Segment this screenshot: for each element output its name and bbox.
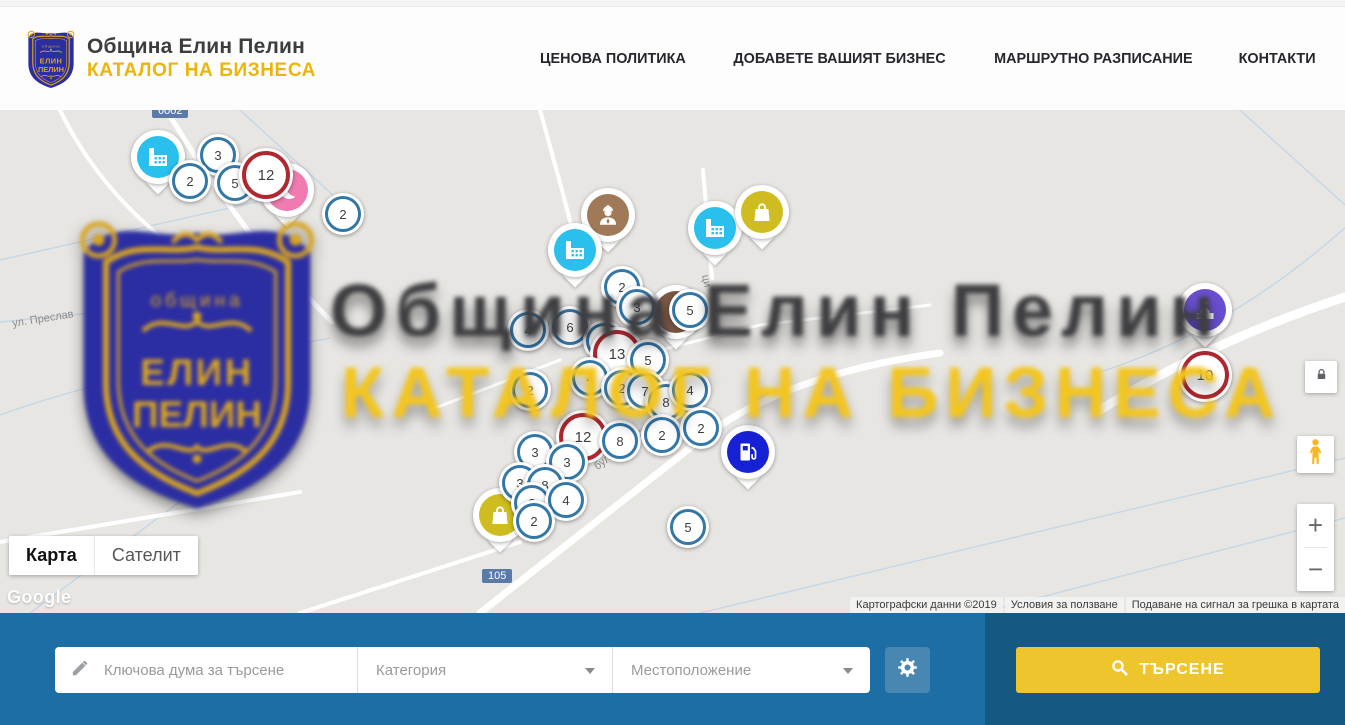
cluster-count: 2 <box>644 417 680 453</box>
cluster-marker[interactable]: 10 <box>1178 348 1232 402</box>
attribution-link[interactable]: Условия за ползване <box>1005 597 1124 613</box>
search-button-label: ТЪРСЕНЕ <box>1139 661 1224 679</box>
pegman-control[interactable] <box>1297 436 1334 473</box>
cluster-marker[interactable]: 5 <box>667 506 709 548</box>
cluster-marker[interactable]: 2 <box>509 369 551 411</box>
pin-disc <box>1178 283 1232 337</box>
zoom-control: + − <box>1297 504 1334 591</box>
cluster-count: 10 <box>1181 351 1229 399</box>
cluster-count: 4 <box>510 312 546 348</box>
main-nav: ЦЕНОВА ПОЛИТИКА ДОБАВЕТЕ ВАШИЯТ БИЗНЕС МАР… <box>537 50 1317 67</box>
cluster-marker[interactable]: 4 <box>669 369 711 411</box>
location-select-value: Местоположение <box>631 662 751 679</box>
fuel-icon <box>727 431 769 473</box>
nav-item-3[interactable]: КОНТАКТИ <box>1238 50 1315 67</box>
pegman-icon <box>1306 438 1325 471</box>
factory-category-pin[interactable] <box>688 201 742 269</box>
chevron-down-icon <box>585 668 595 674</box>
pin-disc <box>548 223 602 277</box>
svg-text:община: община <box>42 44 61 49</box>
cluster-marker[interactable]: 3 <box>616 286 658 328</box>
church-category-pin[interactable] <box>1178 283 1232 351</box>
cluster-count: 2 <box>512 372 548 408</box>
map-attribution: Картографски данни ©2019Условия за ползв… <box>850 597 1345 613</box>
google-logo[interactable]: Google <box>7 587 71 608</box>
zoom-in-button[interactable]: + <box>1297 504 1334 547</box>
advanced-search-button[interactable] <box>885 647 930 693</box>
bag-icon <box>741 191 783 233</box>
nav-item-0[interactable]: ЦЕНОВА ПОЛИТИКА <box>540 50 686 67</box>
factory-category-pin[interactable] <box>548 223 602 291</box>
road-number-badge: 6002 <box>152 110 188 118</box>
location-select[interactable]: Местоположение <box>613 647 870 693</box>
cluster-marker[interactable]: 2 <box>513 500 555 542</box>
attribution-link[interactable]: Подаване на сигнал за грешка в картата <box>1126 597 1345 613</box>
nav-item-2[interactable]: МАРШРУТНО РАЗПИСАНИЕ <box>994 50 1192 67</box>
search-fields-group: Категория Местоположение <box>55 647 870 693</box>
pencil-icon <box>71 659 89 682</box>
cluster-count: 3 <box>619 289 655 325</box>
cluster-count: 4 <box>672 372 708 408</box>
cluster-marker[interactable]: 12 <box>239 148 293 202</box>
cluster-count: 2 <box>172 163 208 199</box>
page-top-strip <box>0 0 1345 7</box>
bag-category-pin[interactable] <box>735 185 789 253</box>
cluster-count: 12 <box>242 151 290 199</box>
svg-text:ПЕЛИН: ПЕЛИН <box>38 65 64 74</box>
map-type-satellite-button[interactable]: Сателит <box>94 536 198 575</box>
site-subtitle: КАТАЛОГ НА БИЗНЕСА <box>87 60 316 83</box>
google-map-canvas[interactable]: ул. Преславбул. „Новоселци 6002105 32512… <box>0 110 1345 613</box>
fuel-category-pin[interactable] <box>721 425 775 493</box>
keyword-search-input[interactable] <box>102 661 341 680</box>
cluster-marker[interactable]: 2 <box>169 160 211 202</box>
cluster-count: 5 <box>672 292 708 328</box>
zoom-out-button[interactable]: − <box>1297 548 1334 591</box>
search-submit-button[interactable]: ТЪРСЕНЕ <box>1016 647 1320 693</box>
chevron-down-icon <box>843 668 853 674</box>
road-number-badge: 105 <box>482 569 512 583</box>
search-icon <box>1111 659 1128 681</box>
site-title: Община Елин Пелин <box>87 34 316 60</box>
pin-disc <box>721 425 775 479</box>
municipality-coat-of-arms-logo: община ЕЛИН ПЕЛИН <box>26 28 76 89</box>
factory-icon <box>554 229 596 271</box>
nav-item-1[interactable]: ДОБАВЕТЕ ВАШИЯТ БИЗНЕС <box>733 50 945 67</box>
cluster-count: 8 <box>602 423 638 459</box>
keyword-field-wrap <box>55 647 358 693</box>
lock-icon <box>1315 368 1328 386</box>
category-select-value: Категория <box>376 662 446 679</box>
cluster-marker[interactable]: 2 <box>322 193 364 235</box>
map-type-control: Карта Сателит <box>9 536 198 575</box>
street-view-lock-button[interactable] <box>1305 361 1337 393</box>
cluster-marker[interactable]: 5 <box>669 289 711 331</box>
cluster-count: 2 <box>325 196 361 232</box>
map-data-copyright: Картографски данни ©2019 <box>850 597 1003 613</box>
cluster-count: 5 <box>670 509 706 545</box>
pin-disc <box>688 201 742 255</box>
brand-text: Община Елин Пелин КАТАЛОГ НА БИЗНЕСА <box>87 34 316 83</box>
site-header: община ЕЛИН ПЕЛИН Община Елин Пелин КАТА… <box>0 7 1345 110</box>
church-icon <box>1184 289 1226 331</box>
gear-icon <box>897 657 918 683</box>
pin-disc <box>735 185 789 239</box>
svg-text:ЕЛИН: ЕЛИН <box>40 56 63 65</box>
cluster-marker[interactable]: 4 <box>507 309 549 351</box>
cluster-marker[interactable]: 2 <box>641 414 683 456</box>
cluster-marker[interactable]: 2 <box>680 407 722 449</box>
brand[interactable]: община ЕЛИН ПЕЛИН Община Елин Пелин КАТА… <box>26 28 316 89</box>
cluster-count: 2 <box>516 503 552 539</box>
search-bar: Категория Местоположение <box>0 613 1345 725</box>
map-type-map-button[interactable]: Карта <box>9 536 94 575</box>
factory-icon <box>694 207 736 249</box>
category-select[interactable]: Категория <box>358 647 613 693</box>
cluster-count: 2 <box>683 410 719 446</box>
cluster-marker[interactable]: 8 <box>599 420 641 462</box>
